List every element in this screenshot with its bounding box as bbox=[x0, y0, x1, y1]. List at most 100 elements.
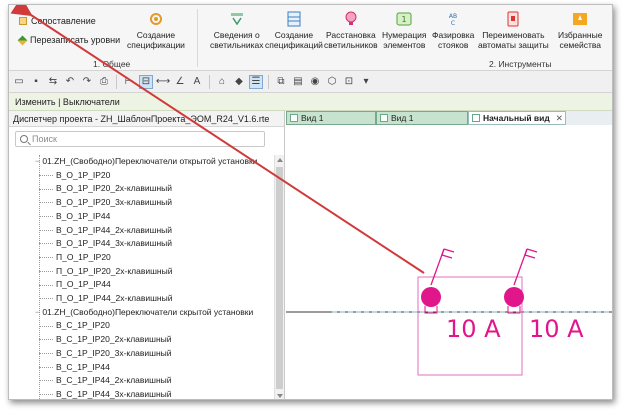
tree-item[interactable]: B_C_1P_IP44_3x-клавишный bbox=[39, 388, 172, 399]
phasing-icon: ABC bbox=[449, 13, 457, 27]
scrollbar-thumb[interactable] bbox=[276, 167, 283, 389]
phasing-label-1: Фазировка bbox=[432, 30, 475, 40]
favorite-families-button[interactable]: Избранные семейства bbox=[558, 11, 602, 50]
switch-symbol-left[interactable] bbox=[421, 248, 455, 314]
lamp-icon bbox=[345, 11, 357, 25]
group-separator bbox=[197, 9, 198, 67]
sync-icon[interactable]: ⇆ bbox=[46, 75, 60, 89]
numbering-label-2: элементов bbox=[383, 40, 426, 50]
section-icon[interactable]: ◆ bbox=[232, 75, 246, 89]
scroll-down-icon[interactable] bbox=[277, 394, 283, 398]
tree-item[interactable]: B_C_1P_IP44_2x-клавишный bbox=[39, 374, 172, 388]
create-specs-button[interactable]: Создание спецификаций bbox=[265, 11, 323, 50]
switch-windows-icon[interactable]: ▤ bbox=[291, 75, 305, 89]
tree-item[interactable]: П_O_1P_IP44_2x-клавишный bbox=[39, 292, 172, 306]
tag-icon[interactable]: ⬡ bbox=[325, 75, 339, 89]
tree-item-label: B_O_1P_IP44 bbox=[56, 210, 111, 221]
dropdown-icon[interactable]: ▾ bbox=[359, 75, 373, 89]
copy-icon[interactable]: ⧉ bbox=[274, 75, 288, 89]
visibility-icon[interactable]: ◉ bbox=[308, 75, 322, 89]
tree-connector bbox=[39, 353, 53, 355]
save-icon[interactable]: ▪ bbox=[29, 75, 43, 89]
tree-item-label: B_C_1P_IP20_3x-клавишный bbox=[56, 347, 172, 358]
tab-view-1[interactable]: Вид 1 bbox=[286, 111, 376, 125]
dimension-icon[interactable]: ⟷ bbox=[156, 75, 170, 89]
tree-item[interactable]: B_O_1P_IP20_2x-клавишный bbox=[39, 182, 172, 196]
project-tree: − 01.ZH_(Свободно)Переключатели открытой… bbox=[9, 155, 273, 399]
drawing-canvas[interactable]: 10 A 10 A bbox=[286, 125, 612, 399]
tab-label: Вид 1 bbox=[391, 112, 414, 123]
tab-label: Начальный вид bbox=[483, 112, 550, 123]
toolbar-separator bbox=[116, 74, 117, 89]
view-tabs: Вид 1 Вид 1 Начальный вид ✕ bbox=[286, 111, 612, 125]
measure-icon[interactable]: ⊢ bbox=[122, 75, 136, 89]
rename-breakers-button[interactable]: Переименовать автоматы защиты bbox=[478, 11, 549, 50]
group-label-tools: 2. Инструменты bbox=[489, 59, 552, 69]
tree-item[interactable]: B_C_1P_IP20_3x-клавишный bbox=[39, 347, 172, 361]
phasing-button[interactable]: AB C Фазировка стояков bbox=[432, 11, 474, 50]
tree-connector bbox=[39, 202, 53, 204]
tree-item-label: 01.ZH_(Свободно)Переключатели скрытой ус… bbox=[42, 306, 254, 317]
toolbar-separator bbox=[268, 74, 269, 89]
place-luminaires-button[interactable]: Расстановка светильников bbox=[324, 11, 378, 50]
open-icon[interactable]: ▭ bbox=[12, 75, 26, 89]
tree-group[interactable]: − 01.ZH_(Свободно)Переключатели скрытой … bbox=[35, 306, 253, 320]
tree-item[interactable]: П_O_1P_IP20 bbox=[39, 251, 111, 265]
tree-connector bbox=[39, 188, 53, 190]
luminaire-info-button[interactable]: Сведения о светильниках bbox=[210, 11, 263, 50]
tree-item[interactable]: B_O_1P_IP20 bbox=[39, 169, 110, 183]
tree-item[interactable]: B_O_1P_IP44_2x-клавишный bbox=[39, 224, 172, 238]
tree-connector bbox=[39, 339, 53, 341]
tree-item[interactable]: B_C_1P_IP44 bbox=[39, 361, 110, 375]
tree-group[interactable]: − 01.ZH_(Свободно)Переключатели открытой… bbox=[35, 155, 257, 169]
rewrite-label: Перезаписать уровни bbox=[30, 35, 121, 45]
tree-item[interactable]: B_C_1P_IP20 bbox=[39, 319, 110, 333]
tree-scrollbar[interactable] bbox=[274, 155, 284, 399]
tree-item[interactable]: B_O_1P_IP44 bbox=[39, 210, 110, 224]
tree-item-label: П_O_1P_IP44 bbox=[56, 279, 111, 290]
compare-icon bbox=[19, 17, 27, 25]
ribbon: Сопоставление Перезаписать уровни Создан… bbox=[9, 5, 612, 71]
tree-item[interactable]: П_O_1P_IP20_2x-клавишный bbox=[39, 265, 172, 279]
table-icon bbox=[287, 11, 301, 27]
tree-item[interactable]: П_O_1P_IP44 bbox=[39, 278, 111, 292]
numbering-button[interactable]: 1 Нумерация элементов bbox=[382, 11, 427, 50]
tree-connector bbox=[39, 270, 53, 272]
place-luminaires-label-2: светильников bbox=[324, 40, 378, 50]
tree-item-label: П_O_1P_IP44_2x-клавишный bbox=[56, 293, 173, 303]
text-icon[interactable]: A bbox=[190, 75, 204, 89]
svg-text:1: 1 bbox=[402, 15, 407, 24]
home-icon[interactable]: ⌂ bbox=[215, 75, 229, 89]
tree-item[interactable]: B_C_1P_IP20_2x-клавишный bbox=[39, 333, 172, 347]
tree-item-label: B_C_1P_IP44_3x-клавишный bbox=[56, 388, 172, 399]
scroll-up-icon[interactable] bbox=[277, 158, 283, 162]
favorite-families-label-1: Избранные bbox=[558, 30, 603, 40]
switch-symbol-right[interactable] bbox=[504, 248, 538, 314]
view-icon bbox=[472, 114, 480, 122]
create-spec-button[interactable]: Создание спецификации bbox=[127, 11, 185, 50]
redo-icon[interactable]: ↷ bbox=[80, 75, 94, 89]
tree-item-label: B_O_1P_IP20 bbox=[56, 169, 111, 180]
tree-item-label: П_O_1P_IP20 bbox=[56, 251, 111, 262]
thin-lines-icon[interactable]: ☰ bbox=[249, 74, 263, 89]
print-icon[interactable]: ⎙ bbox=[97, 75, 111, 89]
svg-text:AB: AB bbox=[449, 13, 457, 20]
undo-icon[interactable]: ↶ bbox=[63, 75, 77, 89]
tab-start-view[interactable]: Начальный вид ✕ bbox=[468, 111, 566, 125]
search-input[interactable]: Поиск bbox=[15, 131, 265, 147]
angle-icon[interactable]: ∠ bbox=[173, 75, 187, 89]
tree-connector bbox=[39, 243, 53, 245]
close-hidden-icon[interactable]: ⊡ bbox=[342, 75, 356, 89]
tab-view-1-second[interactable]: Вид 1 bbox=[376, 111, 468, 125]
rewrite-levels-button[interactable]: Перезаписать уровни bbox=[17, 35, 121, 45]
align-icon[interactable]: ⊟ bbox=[139, 74, 153, 89]
tab-label: Вид 1 bbox=[301, 112, 324, 123]
compare-button[interactable]: Сопоставление bbox=[19, 16, 96, 26]
rename-breakers-label-2: автоматы защиты bbox=[478, 40, 549, 50]
tree-item-label: B_O_1P_IP44_2x-клавишный bbox=[56, 224, 173, 235]
breaker-icon bbox=[507, 11, 519, 27]
close-tab-icon[interactable]: ✕ bbox=[556, 112, 563, 125]
tree-item[interactable]: B_O_1P_IP44_3x-клавишный bbox=[39, 237, 172, 251]
tree-item[interactable]: B_O_1P_IP20_3x-клавишный bbox=[39, 196, 172, 210]
tree-connector bbox=[39, 229, 53, 231]
